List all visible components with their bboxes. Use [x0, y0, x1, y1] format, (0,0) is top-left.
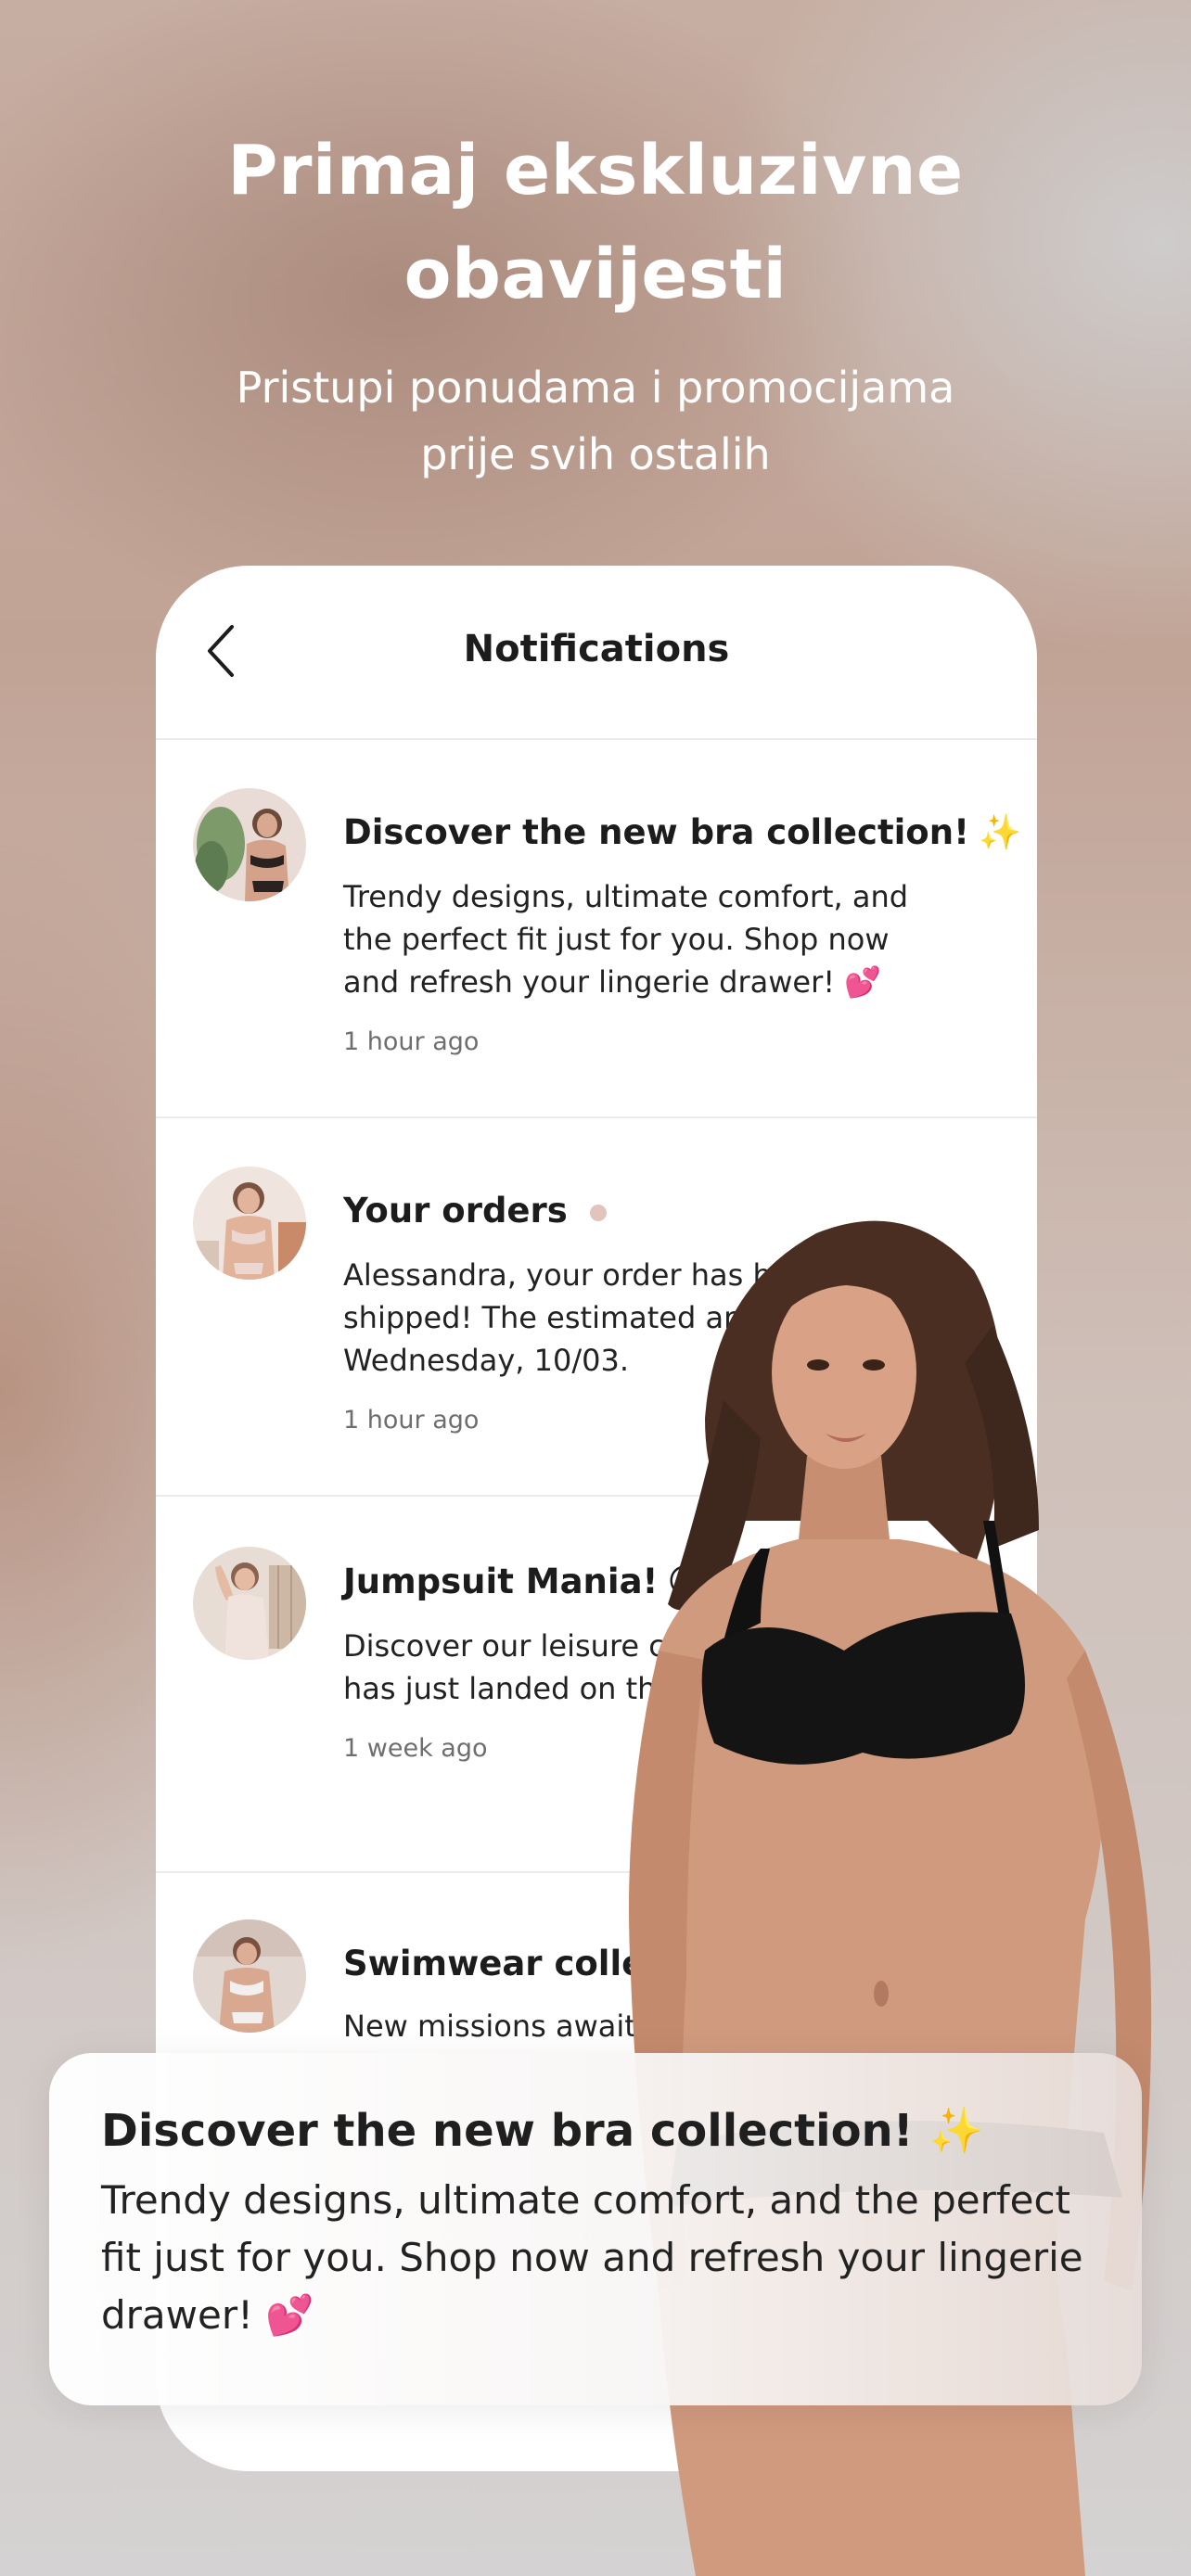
sparkles-icon: ✨: [978, 812, 1022, 852]
notification-body-line: Trendy designs, ultimate comfort, and: [343, 879, 909, 914]
chevron-left-icon[interactable]: [202, 621, 239, 681]
avatar: [193, 1919, 306, 2033]
notification-body-line: the perfect fit just for you. Shop now: [343, 922, 890, 957]
page-subtitle-line2: prije svih ostalih: [420, 429, 771, 479]
avatar: [193, 788, 306, 901]
notifications-header: Notifications: [156, 566, 1037, 740]
toast-body: Trendy designs, ultimate comfort, and th…: [101, 2172, 1090, 2344]
toast-title: Discover the new bra collection! ✨: [101, 2105, 985, 2157]
notification-title-text: Your orders: [343, 1191, 568, 1231]
notifications-title: Notifications: [463, 628, 730, 670]
notification-body-line: and refresh your lingerie drawer! 💕: [343, 964, 882, 1000]
notification-time: 1 hour ago: [343, 1406, 480, 1435]
notification-title: Discover the new bra collection! ✨: [343, 812, 1037, 853]
notification-item[interactable]: Discover the new bra collection! ✨ Trendy…: [156, 740, 1037, 1118]
page-title-line1: Primaj ekskluzivne: [227, 131, 964, 210]
page-subtitle: Pristupi ponudama i promocijama prije sv…: [0, 354, 1191, 488]
toast-body-line: fit just for you. Shop now and refresh y…: [101, 2235, 1083, 2280]
notification-title: Your orders: [343, 1191, 607, 1231]
toast-body-line: Trendy designs, ultimate comfort, and th…: [101, 2177, 1071, 2223]
notification-time: 1 hour ago: [343, 1027, 480, 1056]
notification-body: Trendy designs, ultimate comfort, and th…: [343, 875, 955, 1003]
notification-time: 1 week ago: [343, 1734, 488, 1763]
toast-body-line: drawer! 💕: [101, 2292, 314, 2338]
avatar: [193, 1167, 306, 1280]
notification-title-text: Discover the new bra collection!: [343, 812, 969, 852]
page-subtitle-line1: Pristupi ponudama i promocijama: [236, 363, 955, 413]
avatar: [193, 1547, 306, 1660]
notification-toast[interactable]: Discover the new bra collection! ✨ Trend…: [49, 2053, 1142, 2405]
page-title: Primaj ekskluzivne obavijesti: [0, 119, 1191, 326]
page-title-line2: obavijesti: [403, 235, 788, 314]
